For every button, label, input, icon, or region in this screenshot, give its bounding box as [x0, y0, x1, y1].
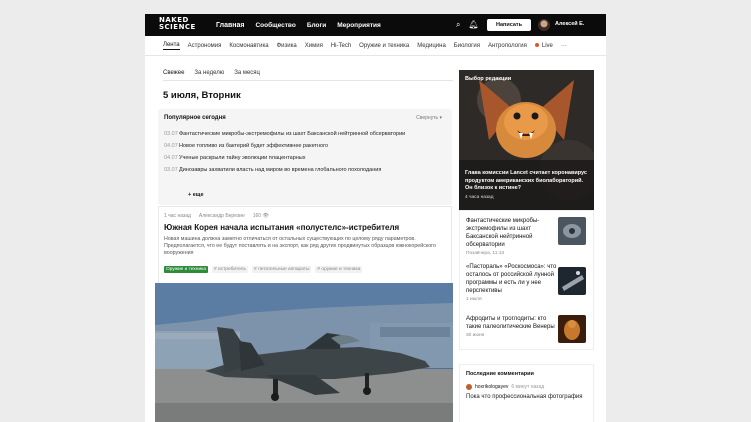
article-author[interactable]: Александр Березин: [199, 213, 245, 219]
category-cosmonautics[interactable]: Космонавтика: [229, 43, 268, 49]
category-live[interactable]: Live: [534, 42, 553, 49]
latest-comments: Последние комментарии hoxrikologayev 6 м…: [459, 364, 594, 422]
news-thumbnail[interactable]: [558, 217, 586, 245]
comments-title: Последние комментарии: [466, 371, 534, 377]
editors-choice-card[interactable]: Выбор редакции Глава комиссии Lancet счи…: [459, 70, 594, 210]
tag[interactable]: # оружие и техника: [315, 266, 363, 273]
avatar[interactable]: [538, 19, 550, 31]
main-tag[interactable]: Оружие и техника: [164, 266, 209, 273]
article-views: 160 👁︎: [252, 213, 269, 219]
page: NAKED SCIENCE Главная Сообщество Блоги М…: [145, 14, 606, 422]
sidebar-news-item[interactable]: Афродиты и троглодиты: кто такие палеоли…: [466, 315, 558, 338]
category-astronomy[interactable]: Астрономия: [188, 43, 222, 49]
editors-choice-label: Выбор редакции: [465, 76, 512, 82]
category-weapons[interactable]: Оружие и техника: [359, 43, 409, 49]
tag[interactable]: # истребитель: [212, 266, 248, 273]
eye-icon: 👁︎: [262, 213, 269, 219]
tab-fresh[interactable]: Свежее: [163, 70, 184, 76]
date-heading: 5 июля, Вторник: [163, 90, 241, 101]
article-lead: Новая машина должна заметно отличаться о…: [164, 236, 436, 256]
top-icons: ⌕ 🔔︎: [456, 20, 479, 30]
tab-month[interactable]: За месяц: [234, 70, 260, 76]
site-logo[interactable]: NAKED SCIENCE: [159, 17, 209, 33]
top-navbar: NAKED SCIENCE Главная Сообщество Блоги М…: [145, 14, 606, 36]
user-avatar: [466, 384, 472, 390]
popular-item[interactable]: 03.07Фантастические микробы-экстремофилы…: [164, 131, 405, 137]
sidebar-news-item[interactable]: «Пастораль» «Роскосмоса»: что осталось о…: [466, 263, 558, 302]
tab-week[interactable]: За неделю: [194, 70, 224, 76]
news-thumbnail[interactable]: [558, 267, 586, 295]
search-icon[interactable]: ⌕: [456, 20, 460, 30]
category-chemistry[interactable]: Химия: [305, 43, 323, 49]
article-hero-image[interactable]: [155, 283, 453, 422]
editors-choice-time: 4 часа назад: [465, 195, 494, 200]
news-thumbnail[interactable]: [558, 315, 586, 343]
more-categories-button[interactable]: ···: [561, 43, 567, 49]
feed-tabs: Свежее За неделю За месяц: [163, 70, 260, 76]
tag[interactable]: # летательные аппараты: [251, 266, 312, 273]
nav-item-events[interactable]: Мероприятия: [337, 22, 381, 29]
article-time: 1 час назад: [164, 213, 191, 219]
popular-item[interactable]: 04.07Ученые раскрыли тайну эволюции плац…: [164, 155, 306, 161]
article-card: 1 час назад Александр Березин 160 👁︎ Южн…: [155, 206, 453, 422]
category-medicine[interactable]: Медицина: [417, 43, 446, 49]
article-tags: Оружие и техника # истребитель # летател…: [164, 266, 363, 273]
sidebar-news: Фантастические микробы-экстремофилы из ш…: [459, 210, 594, 350]
category-anthropology[interactable]: Антропология: [488, 43, 527, 49]
popular-item[interactable]: 03.07Динозавры захватили власть над миро…: [164, 167, 381, 173]
category-nav: Лента Астрономия Космонавтика Физика Хим…: [145, 36, 606, 56]
divider: [163, 80, 453, 81]
nav-item-community[interactable]: Сообщество: [255, 22, 295, 29]
collapse-button[interactable]: Свернуть ▾: [416, 115, 442, 121]
category-feed[interactable]: Лента: [163, 42, 180, 50]
comment-author[interactable]: hoxrikologayev 6 минут назад: [466, 384, 544, 390]
popular-title: Популярное сегодня: [164, 115, 226, 121]
category-biology[interactable]: Биология: [454, 43, 480, 49]
sidebar-news-item[interactable]: Фантастические микробы-экстремофилы из ш…: [466, 217, 558, 256]
bell-icon[interactable]: 🔔︎: [468, 20, 478, 30]
live-dot-icon: [534, 42, 539, 47]
username[interactable]: Алексей Е.: [555, 21, 584, 27]
show-more-button[interactable]: + еще: [188, 192, 204, 198]
write-button[interactable]: Написать: [487, 19, 531, 31]
popular-item[interactable]: 04.07Новое топливо из бактерий будет эфф…: [164, 143, 328, 149]
category-hitech[interactable]: Hi-Tech: [331, 43, 351, 49]
article-title[interactable]: Южная Корея начала испытания «полустелс»…: [164, 223, 399, 232]
article-meta: 1 час назад Александр Березин 160 👁︎: [164, 213, 269, 219]
popular-today-box: Популярное сегодня Свернуть ▾ 03.07Фанта…: [158, 109, 452, 205]
editors-choice-title: Глава комиссии Lancet считает коронавиру…: [465, 170, 587, 191]
chevron-down-icon: ▾: [439, 115, 442, 121]
nav-item-blogs[interactable]: Блоги: [307, 22, 326, 29]
nav-item-main[interactable]: Главная: [216, 22, 244, 29]
category-physics[interactable]: Физика: [277, 43, 297, 49]
comment-text[interactable]: Пока что профессиональная фотография: [466, 394, 583, 400]
main-nav: Главная Сообщество Блоги Мероприятия: [216, 14, 381, 36]
